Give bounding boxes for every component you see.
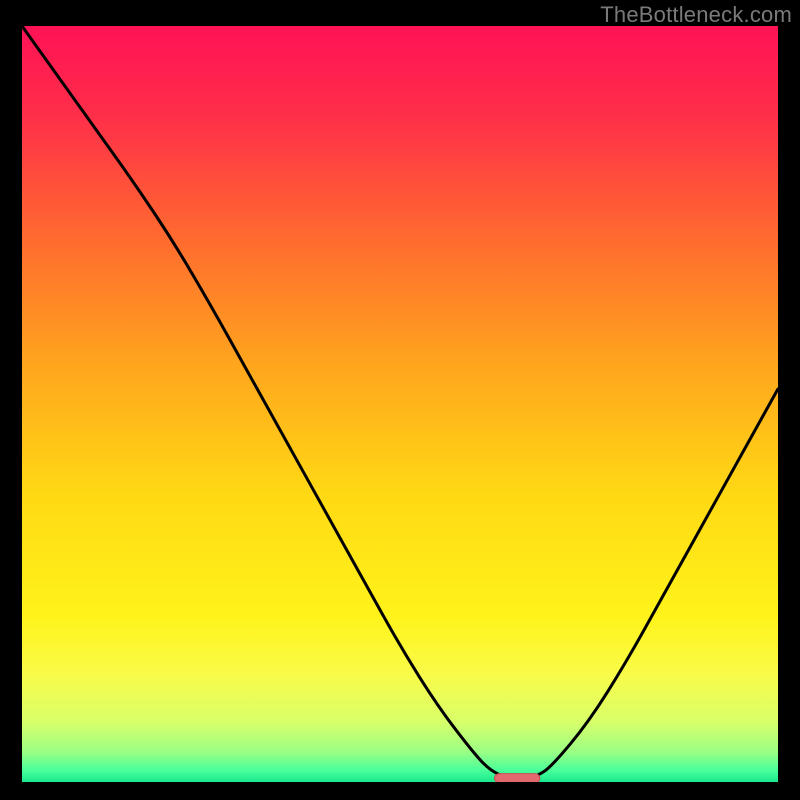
watermark-text: TheBottleneck.com xyxy=(600,2,792,28)
chart-frame: TheBottleneck.com xyxy=(0,0,800,800)
gradient-background xyxy=(22,26,778,782)
optimal-marker xyxy=(495,774,540,782)
chart-svg xyxy=(22,26,778,782)
plot-area xyxy=(22,26,778,782)
